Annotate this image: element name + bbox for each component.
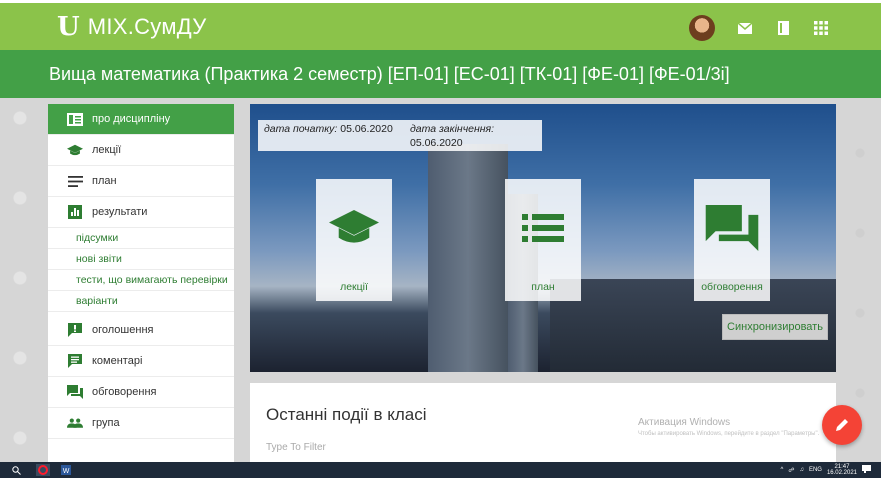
graduation-cap-icon: [316, 203, 392, 253]
app-name: МІХ.СумДУ: [87, 14, 207, 39]
group-icon: [67, 416, 83, 430]
tile-label: план: [531, 281, 555, 293]
course-title: Вища математика (Практика 2 семестр) [ЕП…: [49, 64, 730, 84]
forum-icon: [67, 385, 83, 399]
course-hero: дата початку: 05.06.2020 дата закінчення…: [250, 104, 836, 372]
windows-activation-hint: Чтобы активировать Windows, перейдите в …: [638, 431, 820, 437]
sidebar-item-lectures[interactable]: лекції: [48, 135, 234, 166]
header-actions: [689, 15, 829, 41]
search-icon[interactable]: [10, 464, 22, 476]
pencil-icon: [836, 419, 848, 431]
opera-icon[interactable]: [36, 464, 50, 476]
recent-events-card: Останні події в класі Type To Filter Акт…: [250, 383, 836, 462]
bar-chart-icon: [67, 205, 83, 219]
sidebar-subitem-variants[interactable]: варіанти: [48, 291, 234, 312]
tile-lectures[interactable]: лекції: [316, 179, 392, 301]
comment-icon: [67, 354, 83, 368]
svg-text:W: W: [63, 468, 70, 475]
sidebar-item-label: результати: [92, 206, 148, 218]
language-indicator[interactable]: ENG: [809, 467, 822, 473]
hero-building: [428, 144, 508, 372]
sidebar-item-label: обговорення: [92, 386, 157, 398]
info-card-icon: [67, 112, 83, 126]
edit-fab-button[interactable]: [822, 405, 862, 445]
events-title: Останні події в класі: [266, 405, 427, 424]
sidebar-item-announcements[interactable]: оголошення: [48, 315, 234, 346]
tile-plan[interactable]: план: [505, 179, 581, 301]
course-dates: дата початку: 05.06.2020 дата закінчення…: [258, 120, 542, 151]
sidebar-subitem-tests-to-check[interactable]: тести, що вимагають перевірки: [48, 270, 234, 291]
network-icon[interactable]: ☍: [788, 467, 794, 474]
tray-chevron-icon[interactable]: ^: [781, 467, 784, 473]
sidebar-item-comments[interactable]: коментарі: [48, 346, 234, 377]
sidebar-item-discussions[interactable]: обговорення: [48, 377, 234, 408]
app-logo[interactable]: U МІХ.СумДУ: [57, 12, 207, 42]
sidebar-subitem-new-reports[interactable]: нові звіти: [48, 249, 234, 270]
forum-icon: [694, 203, 770, 253]
sidebar-item-label: коментарі: [92, 355, 143, 367]
sidebar-subitem-summary[interactable]: підсумки: [48, 228, 234, 249]
tile-discussions[interactable]: обговорення: [694, 179, 770, 301]
sidebar-item-about[interactable]: про дисципліну: [48, 104, 234, 135]
sidebar-item-label: план: [92, 175, 117, 187]
graduation-cap-icon: [67, 143, 83, 157]
windows-activation-watermark: Активация Windows: [638, 417, 731, 428]
sidebar-item-label: оголошення: [92, 324, 154, 336]
clock-date: 16.02.2021: [826, 470, 857, 476]
start-date-value: 05.06.2020: [340, 123, 393, 135]
announcement-icon: [67, 323, 83, 337]
tile-label: обговорення: [701, 281, 763, 293]
apps-grid-icon[interactable]: [813, 21, 829, 35]
system-tray: ^ ☍ ♫ ENG 21:47 16.02.2021: [781, 462, 871, 478]
course-header: Вища математика (Практика 2 семестр) [ЕП…: [0, 50, 881, 98]
notifications-icon[interactable]: [862, 465, 871, 475]
events-filter-input[interactable]: Type To Filter: [266, 442, 326, 453]
logo-mark: U: [57, 12, 80, 42]
mail-icon[interactable]: [737, 21, 753, 35]
list-icon: [505, 203, 581, 253]
word-icon[interactable]: W: [60, 464, 72, 476]
book-icon[interactable]: [775, 21, 791, 35]
sidebar-item-group[interactable]: група: [48, 408, 234, 439]
sidebar-item-plan[interactable]: план: [48, 166, 234, 197]
top-app-bar: U МІХ.СумДУ: [0, 3, 881, 50]
clock[interactable]: 21:47 16.02.2021: [827, 464, 857, 476]
start-date-label: дата початку:: [264, 123, 338, 135]
windows-taskbar: W ^ ☍ ♫ ENG 21:47 16.02.2021: [0, 462, 881, 478]
end-date-label: дата закінчення:: [410, 123, 495, 135]
end-date-value: 05.06.2020: [410, 137, 463, 149]
list-icon: [67, 174, 83, 188]
sidebar-item-label: група: [92, 417, 120, 429]
sync-button[interactable]: Синхронизировать: [722, 314, 828, 340]
sidebar-item-label: лекції: [92, 144, 122, 156]
avatar[interactable]: [689, 15, 715, 41]
volume-icon[interactable]: ♫: [799, 467, 804, 473]
sidebar-item-results[interactable]: результати: [48, 197, 234, 228]
sidebar: про дисципліну лекції план результати пі…: [48, 104, 234, 462]
sidebar-item-label: про дисципліну: [92, 113, 171, 125]
tile-label: лекції: [340, 281, 368, 293]
